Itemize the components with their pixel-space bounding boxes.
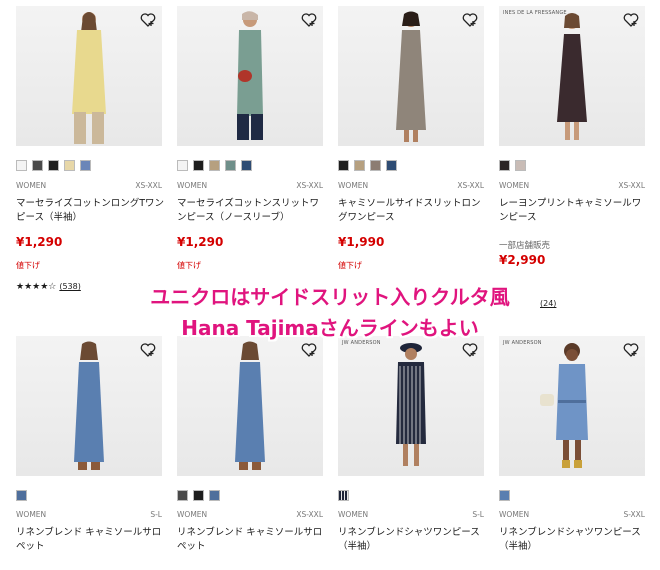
gender-label: WOMEN [16, 510, 47, 519]
color-swatch[interactable] [209, 490, 220, 501]
size-range: XS-XXL [296, 181, 323, 190]
color-swatches [177, 490, 220, 501]
product-image[interactable] [338, 6, 484, 146]
color-swatches [177, 160, 252, 171]
color-swatch[interactable] [48, 160, 59, 171]
color-swatch[interactable] [338, 490, 349, 501]
color-swatch[interactable] [193, 160, 204, 171]
model-figure [396, 343, 426, 466]
product-name[interactable]: リネンブレンドシャツワンピース（半袖） [338, 526, 488, 554]
caption-line-2: Hana Tajimaさんラインもよい [181, 316, 479, 340]
color-swatch[interactable] [16, 490, 27, 501]
product-price: ¥2,990 [499, 253, 546, 267]
color-swatch[interactable] [80, 160, 91, 171]
favorite-icon[interactable] [462, 12, 478, 28]
color-swatch[interactable] [225, 160, 236, 171]
color-swatch[interactable] [515, 160, 526, 171]
gender-label: WOMEN [16, 181, 47, 190]
model-figure [237, 11, 263, 140]
color-swatch[interactable] [193, 490, 204, 501]
product-name[interactable]: リネンブレンド キャミソールサロペット [177, 526, 327, 554]
color-swatch[interactable] [386, 160, 397, 171]
favorite-icon[interactable] [623, 342, 639, 358]
favorite-icon[interactable] [140, 12, 156, 28]
model-figure [235, 341, 265, 470]
color-swatches [16, 490, 27, 501]
model-figure [396, 11, 426, 142]
color-swatch[interactable] [16, 160, 27, 171]
color-swatch[interactable] [241, 160, 252, 171]
sale-flag: 値下げ [338, 261, 362, 270]
caption-line-1: ユニクロはサイドスリット入りクルタ風 [150, 285, 510, 309]
size-range: S-L [472, 510, 484, 519]
model-figure [557, 13, 587, 140]
product-image[interactable]: JW ANDERSON [499, 336, 645, 476]
color-swatches [16, 160, 91, 171]
product-name[interactable]: リネンブレンドシャツワンピース（半袖） [499, 526, 649, 554]
product-image[interactable] [177, 336, 323, 476]
color-swatches [499, 160, 526, 171]
color-swatch[interactable] [354, 160, 365, 171]
favorite-icon[interactable] [462, 342, 478, 358]
product-price: ¥1,990 [338, 235, 385, 249]
color-swatch[interactable] [370, 160, 381, 171]
product-name[interactable]: マーセライズコットンスリットワンピース（ノースリーブ） [177, 197, 327, 225]
favorite-icon[interactable] [140, 342, 156, 358]
product-name[interactable]: キャミソールサイドスリットロングワンピース [338, 197, 488, 225]
product-image[interactable] [16, 6, 162, 146]
model-figure [540, 343, 588, 468]
color-swatch[interactable] [499, 160, 510, 171]
model-figure [74, 341, 104, 470]
gender-label: WOMEN [338, 181, 369, 190]
color-swatch[interactable] [177, 160, 188, 171]
favorite-icon[interactable] [301, 342, 317, 358]
sale-flag: 値下げ [177, 261, 201, 270]
sale-flag: 値下げ [16, 261, 40, 270]
favorite-icon[interactable] [623, 12, 639, 28]
size-range: XS-XXL [457, 181, 484, 190]
color-swatches [499, 490, 510, 501]
favorite-icon[interactable] [301, 12, 317, 28]
product-price: ¥1,290 [177, 235, 224, 249]
gender-label: WOMEN [177, 181, 208, 190]
product-image[interactable] [16, 336, 162, 476]
size-range: XS-XXL [135, 181, 162, 190]
gender-label: WOMEN [499, 181, 530, 190]
product-price: ¥1,290 [16, 235, 63, 249]
color-swatches [338, 160, 397, 171]
color-swatch[interactable] [338, 160, 349, 171]
gender-label: WOMEN [338, 510, 369, 519]
product-image[interactable]: INES DE LA FRESSANGE [499, 6, 645, 146]
product-image[interactable] [177, 6, 323, 146]
product-name[interactable]: レーヨンプリントキャミソールワンピース [499, 197, 649, 225]
size-range: XS-XXL [618, 181, 645, 190]
size-range: XS-XXL [296, 510, 323, 519]
color-swatch[interactable] [32, 160, 43, 171]
model-figure [72, 12, 106, 144]
product-name[interactable]: リネンブレンド キャミソールサロペット [16, 526, 166, 554]
color-swatch[interactable] [64, 160, 75, 171]
size-range: S-XXL [623, 510, 645, 519]
product-name[interactable]: マーセライズコットンロングTワンピース（半袖） [16, 197, 166, 225]
size-range: S-L [150, 510, 162, 519]
product-image[interactable]: JW ANDERSON [338, 336, 484, 476]
gender-label: WOMEN [499, 510, 530, 519]
store-availability: 一部店舗販売 [499, 241, 551, 251]
color-swatches [338, 490, 349, 501]
dress-shape [72, 30, 106, 114]
color-swatch[interactable] [209, 160, 220, 171]
color-swatch[interactable] [499, 490, 510, 501]
gender-label: WOMEN [177, 510, 208, 519]
color-swatch[interactable] [177, 490, 188, 501]
